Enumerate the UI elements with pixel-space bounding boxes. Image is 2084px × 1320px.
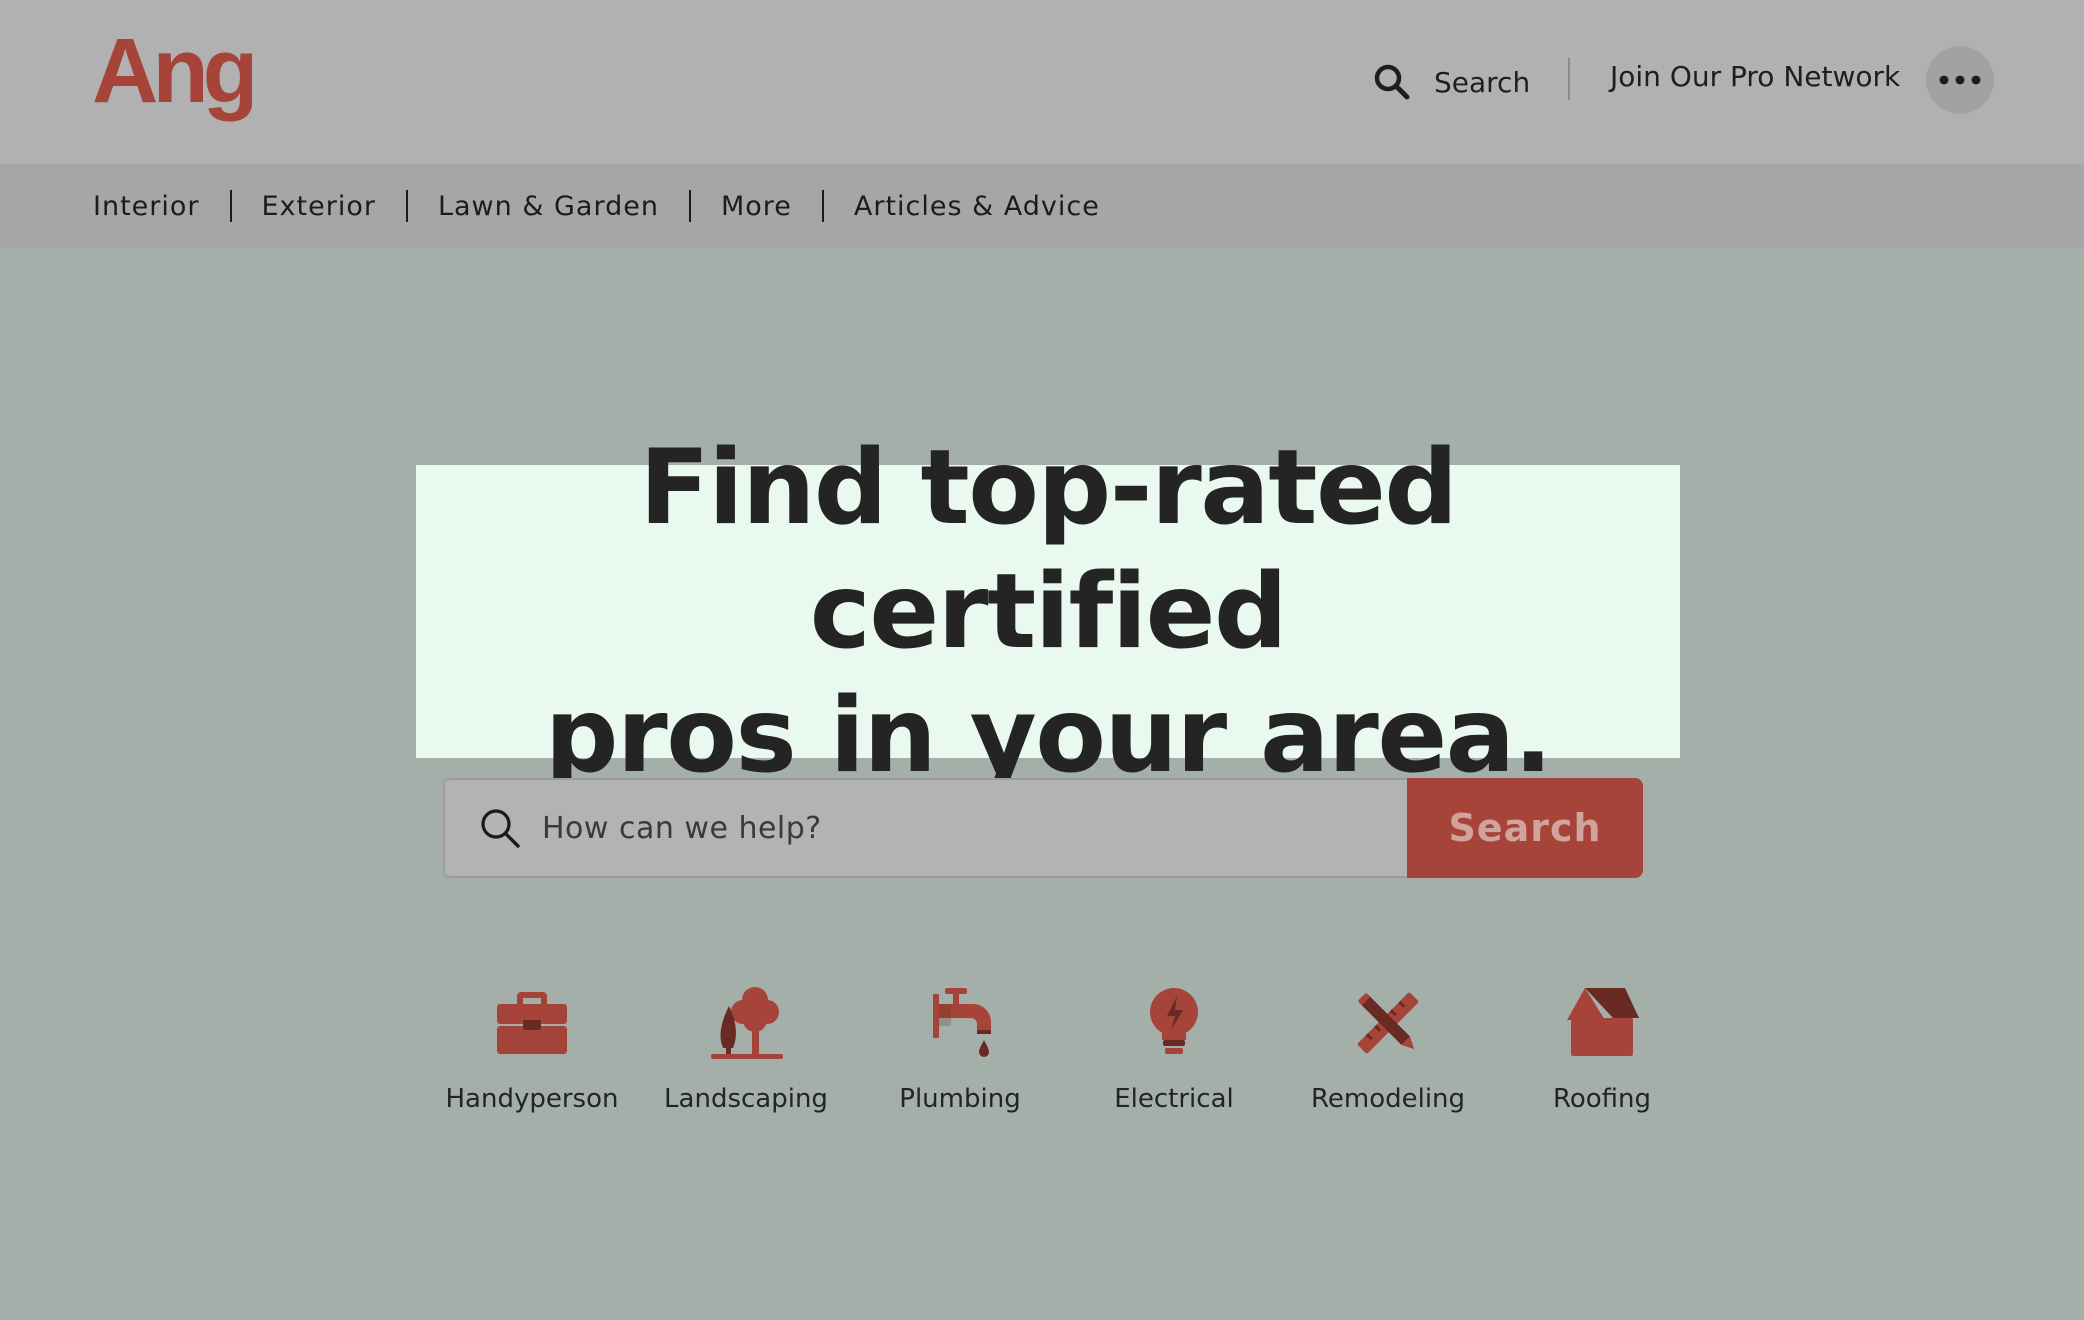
tree-icon: [711, 987, 783, 1059]
category-label: Handyperson: [445, 1084, 619, 1114]
pencil-ruler-icon: [1357, 992, 1419, 1054]
header-search-label: Search: [1434, 65, 1531, 99]
nav-separator: [405, 190, 408, 222]
popular-categories: Handyperson Landscaping Plumbing Electri…: [425, 978, 1709, 1114]
toolbox-icon: [497, 992, 567, 1054]
nav-separator: [821, 190, 824, 222]
more-options-button[interactable]: [1926, 46, 1994, 114]
category-electrical[interactable]: Electrical: [1067, 978, 1281, 1114]
search-icon: [1374, 64, 1410, 100]
search-icon: [481, 809, 520, 848]
faucet-icon: [933, 988, 991, 1057]
header-divider: [1568, 58, 1570, 100]
hero-headline-box: Find top-rated certified pros in your ar…: [416, 428, 1680, 796]
hero-headline: Find top-rated certified pros in your ar…: [416, 426, 1680, 798]
logo-text: Angi: [92, 22, 252, 122]
nav-item-articles-advice[interactable]: Articles & Advice: [854, 191, 1100, 222]
header-search-button[interactable]: Search: [1372, 58, 1530, 106]
search-input[interactable]: How can we help?: [443, 778, 1407, 878]
nav-item-exterior[interactable]: Exterior: [262, 191, 376, 222]
join-pro-network-link[interactable]: Join Our Pro Network: [1610, 60, 1900, 93]
hero-search-bar: How can we help? Search: [443, 778, 1643, 878]
category-label: Remodeling: [1310, 1084, 1466, 1114]
category-nav: Interior Exterior Lawn & Garden More Art…: [0, 164, 2084, 248]
lightbulb-icon: [1150, 988, 1198, 1054]
nav-item-more[interactable]: More: [721, 191, 792, 222]
nav-separator: [229, 190, 232, 222]
category-label: Electrical: [1114, 1084, 1234, 1114]
category-label: Roofing: [1552, 1084, 1652, 1114]
search-submit-button[interactable]: Search: [1407, 778, 1643, 878]
category-label: Landscaping: [664, 1084, 828, 1114]
nav-item-lawn-garden[interactable]: Lawn & Garden: [438, 191, 659, 222]
nav-item-interior[interactable]: Interior: [93, 191, 200, 222]
category-landscaping[interactable]: Landscaping: [639, 978, 853, 1114]
category-plumbing[interactable]: Plumbing: [853, 978, 1067, 1114]
ellipsis-icon: [1939, 75, 1981, 85]
nav-separator: [688, 190, 691, 222]
top-header: Angi Search Join Our Pro Network: [0, 0, 2084, 164]
category-handyperson[interactable]: Handyperson: [425, 978, 639, 1114]
category-roofing[interactable]: Roofing: [1495, 978, 1709, 1114]
category-label: Plumbing: [899, 1084, 1021, 1114]
house-roof-icon: [1567, 988, 1639, 1056]
category-remodeling[interactable]: Remodeling: [1281, 978, 1495, 1114]
search-placeholder: How can we help?: [542, 810, 822, 846]
angi-logo[interactable]: Angi: [92, 22, 252, 127]
headline-line-1: Find top-rated certified: [639, 427, 1458, 672]
